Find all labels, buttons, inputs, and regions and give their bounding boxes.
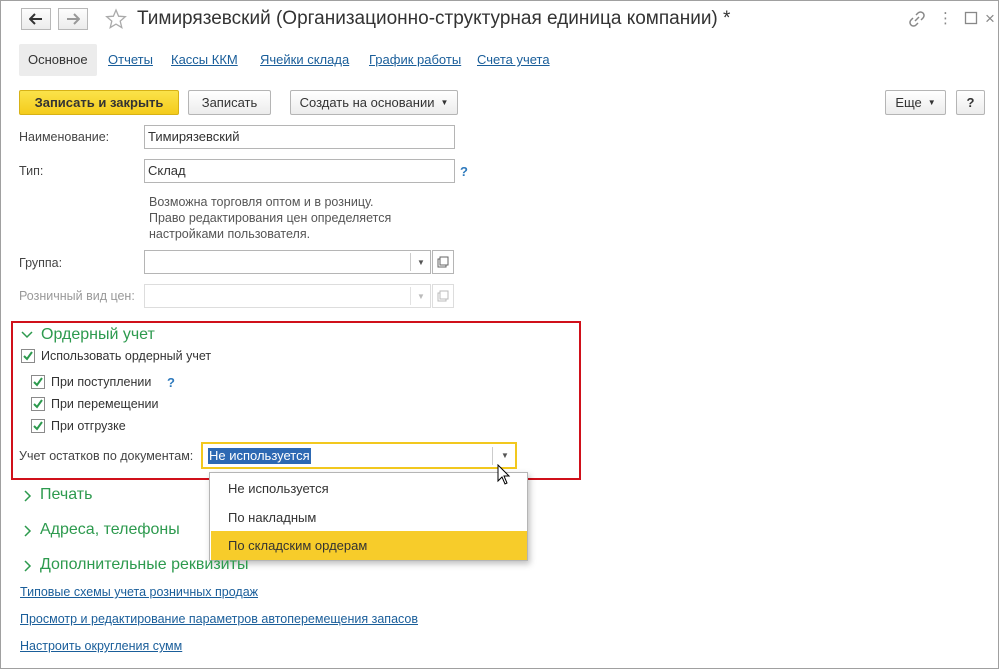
save-button[interactable]: Записать: [188, 90, 271, 115]
more-label: Еще: [895, 95, 922, 110]
option-by-invoices[interactable]: По накладным: [211, 503, 527, 532]
create-based-on-label: Создать на основании: [299, 95, 435, 110]
save-and-close-button[interactable]: Записать и закрыть: [19, 90, 179, 115]
type-field[interactable]: Склад: [144, 159, 455, 183]
form-window: Тимирязевский (Организационно-структурна…: [0, 0, 999, 669]
type-note-line-2: Право редактирования цен определяется: [149, 211, 392, 225]
type-note-line-1: Возможна торговля оптом и в розницу.: [149, 195, 374, 209]
balance-by-documents-select[interactable]: Не используется ▼: [201, 442, 517, 469]
on-shipment-checkbox[interactable]: [31, 419, 45, 433]
checkmark-icon: [33, 377, 43, 387]
use-order-accounting-label: Использовать ордерный учет: [41, 349, 212, 363]
option-not-used[interactable]: Не используется: [211, 474, 527, 503]
on-transfer-checkbox[interactable]: [31, 397, 45, 411]
chevron-down-icon: ▼: [927, 98, 936, 107]
on-shipment-label: При отгрузке: [51, 419, 126, 433]
option-by-warehouse-orders[interactable]: По складским ордерам: [211, 531, 527, 560]
balance-by-documents-label: Учет остатков по документам:: [19, 449, 194, 463]
tab-reports[interactable]: Отчеты: [108, 44, 153, 76]
rounding-settings-link[interactable]: Настроить округления сумм: [20, 639, 182, 653]
chevron-right-icon[interactable]: [21, 524, 33, 540]
chevron-right-icon[interactable]: [21, 489, 33, 505]
additional-attributes-section-title[interactable]: Дополнительные реквизиты: [40, 556, 248, 574]
tab-main[interactable]: Основное: [19, 44, 97, 76]
order-accounting-title[interactable]: Ордерный учет: [41, 326, 155, 344]
on-transfer-label: При перемещении: [51, 397, 159, 411]
tab-cash-registers[interactable]: Кассы ККМ: [171, 44, 238, 76]
addresses-section-title[interactable]: Адреса, телефоны: [40, 521, 180, 539]
close-icon[interactable]: ×: [985, 9, 995, 29]
favorite-star-icon[interactable]: [105, 8, 127, 33]
auto-transfer-params-link[interactable]: Просмотр и редактирование параметров авт…: [20, 612, 418, 626]
arrow-left-icon: [29, 13, 42, 25]
create-based-on-button[interactable]: Создать на основании ▼: [290, 90, 458, 115]
name-label: Наименование:: [19, 130, 110, 144]
link-icon[interactable]: [909, 11, 925, 31]
checkmark-icon: [23, 351, 33, 361]
on-receipt-checkbox[interactable]: [31, 375, 45, 389]
group-open-icon[interactable]: [432, 250, 454, 274]
chevron-right-icon[interactable]: [21, 559, 33, 575]
combo-separator: [492, 447, 493, 465]
tab-accounts[interactable]: Счета учета: [477, 44, 550, 76]
menu-dots-icon[interactable]: ⋮: [938, 9, 953, 27]
more-button[interactable]: Еще ▼: [885, 90, 946, 115]
type-label: Тип:: [19, 164, 44, 178]
tab-work-schedule[interactable]: График работы: [369, 44, 461, 76]
retail-price-field[interactable]: [144, 284, 431, 308]
type-note-line-3: настройками пользователя.: [149, 227, 311, 241]
retail-sales-schemes-link[interactable]: Типовые схемы учета розничных продаж: [20, 585, 258, 599]
group-field[interactable]: [144, 250, 431, 274]
print-section-title[interactable]: Печать: [40, 486, 92, 504]
chevron-down-icon: ▼: [440, 98, 449, 107]
help-button[interactable]: ?: [956, 90, 985, 115]
group-label: Группа:: [19, 256, 63, 270]
use-order-accounting-checkbox[interactable]: [21, 349, 35, 363]
on-receipt-label: При поступлении: [51, 375, 152, 389]
balance-options-dropdown: Не используется По накладным По складски…: [209, 472, 528, 561]
on-receipt-help-icon[interactable]: ?: [167, 375, 175, 390]
maximize-icon[interactable]: [964, 11, 978, 29]
checkmark-icon: [33, 421, 43, 431]
retail-price-dropdown-icon[interactable]: ▼: [411, 284, 431, 308]
tab-warehouse-cells[interactable]: Ячейки склада: [260, 44, 349, 76]
forward-button[interactable]: [58, 8, 88, 30]
name-field[interactable]: Тимирязевский: [144, 125, 455, 149]
arrow-right-icon: [67, 13, 80, 25]
checkmark-icon: [33, 399, 43, 409]
back-button[interactable]: [21, 8, 51, 30]
retail-price-open-icon[interactable]: [432, 284, 454, 308]
type-help-icon[interactable]: ?: [460, 164, 468, 179]
mouse-cursor-icon: [497, 463, 511, 489]
retail-price-label: Розничный вид цен:: [19, 289, 135, 303]
balance-by-documents-value: Не используется: [208, 448, 311, 464]
chevron-down-icon[interactable]: [21, 327, 33, 343]
window-title: Тимирязевский (Организационно-структурна…: [137, 8, 731, 29]
group-dropdown-icon[interactable]: ▼: [411, 250, 431, 274]
